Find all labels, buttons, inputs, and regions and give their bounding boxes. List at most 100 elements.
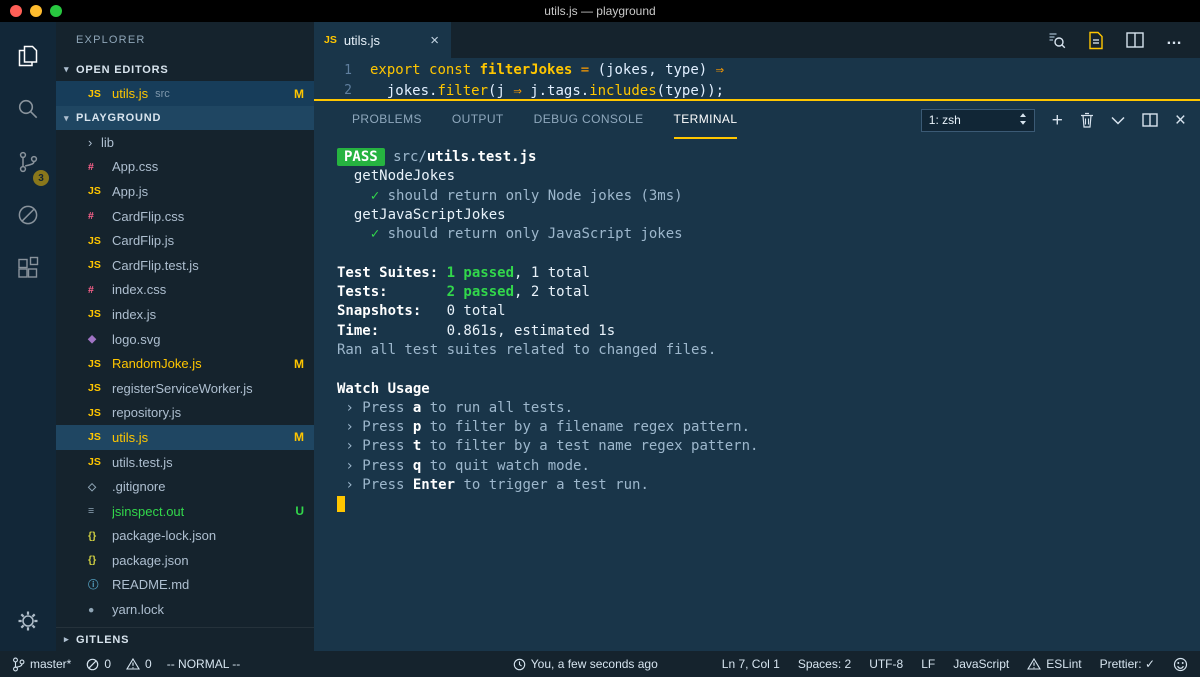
file-row-logo.svg[interactable]: ◆logo.svg <box>56 327 314 352</box>
split-terminal-icon[interactable] <box>1142 113 1158 127</box>
file-row-repository.js[interactable]: JSrepository.js <box>56 401 314 426</box>
file-row-CardFlip.js[interactable]: JSCardFlip.js <box>56 228 314 253</box>
status-eol[interactable]: LF <box>921 657 935 671</box>
status-feedback-smiley[interactable] <box>1173 657 1188 672</box>
file-name: README.md <box>112 577 189 592</box>
status-eslint[interactable]: ESLint <box>1027 657 1081 671</box>
terminal-line: › Press Enter to trigger a test run. <box>337 476 1200 495</box>
status-text: ESLint <box>1046 657 1081 671</box>
status-cursor-position[interactable]: Ln 7, Col 1 <box>722 657 780 671</box>
status-text: Prettier: ✓ <box>1100 657 1155 671</box>
playground-section-header[interactable]: ▾ PLAYGROUND <box>56 106 314 130</box>
file-row-App.js[interactable]: JSApp.js <box>56 179 314 204</box>
search-editor-icon[interactable] <box>1047 31 1066 50</box>
terminal-shell-select[interactable]: 1: zsh <box>921 109 1035 132</box>
warning-icon <box>126 658 140 670</box>
more-actions-icon[interactable]: … <box>1166 31 1182 49</box>
file-row-registerServiceWorker.js[interactable]: JSregisterServiceWorker.js <box>56 376 314 401</box>
status-text: LF <box>921 657 935 671</box>
file-row-yarn.lock[interactable]: ●yarn.lock <box>56 597 314 622</box>
close-window-button[interactable] <box>10 5 22 17</box>
line-number: 1 <box>314 63 352 78</box>
terminal-line <box>337 244 1200 263</box>
status-encoding[interactable]: UTF-8 <box>869 657 903 671</box>
file-row-index.js[interactable]: JSindex.js <box>56 302 314 327</box>
js-file-icon: JS <box>88 88 112 100</box>
status-warnings[interactable]: 0 <box>126 657 152 671</box>
panel-tab-output[interactable]: OUTPUT <box>452 101 504 139</box>
explorer-sidebar: EXPLORER ▾ OPEN EDITORS JSutils.jssrcM ▾… <box>56 22 314 651</box>
code-editor[interactable]: 1 export const filterJokes = (jokes, type… <box>314 58 1200 99</box>
status-text: master* <box>30 657 71 671</box>
status-language-mode[interactable]: JavaScript <box>953 657 1009 671</box>
file-row-App.css[interactable]: #App.css <box>56 155 314 180</box>
file-row-CardFlip.css[interactable]: #CardFlip.css <box>56 204 314 229</box>
activity-extensions[interactable] <box>0 244 56 297</box>
zoom-window-button[interactable] <box>50 5 62 17</box>
kill-terminal-icon[interactable] <box>1080 112 1094 128</box>
file-row-CardFlip.test.js[interactable]: JSCardFlip.test.js <box>56 253 314 278</box>
status-bar-right: You, a few seconds ago Ln 7, Col 1 Spaces:… <box>513 657 1188 672</box>
file-row-README.md[interactable]: ⓘREADME.md <box>56 573 314 598</box>
activity-source-control[interactable]: 3 <box>0 138 56 191</box>
gitlens-section-header[interactable]: ▸ GITLENS <box>56 627 314 651</box>
settings-gear-icon[interactable] <box>15 608 41 639</box>
window-title: utils.js — playground <box>544 4 655 18</box>
out-file-icon: ≡ <box>88 505 112 517</box>
file-row-jsinspect.out[interactable]: ≡jsinspect.out U <box>56 499 314 524</box>
panel-tab-problems[interactable]: PROBLEMS <box>352 101 422 139</box>
code-line-1: 1 export const filterJokes = (jokes, type… <box>314 60 1200 81</box>
status-errors[interactable]: 0 <box>86 657 111 671</box>
status-vim-mode[interactable]: -- NORMAL -- <box>167 657 241 671</box>
panel-tab-debug-console[interactable]: DEBUG CONSOLE <box>534 101 644 139</box>
code-text: jokes.filter(j ⇒ j.tags.includes(type)); <box>370 83 724 99</box>
activity-search[interactable] <box>0 85 56 138</box>
file-row-.gitignore[interactable]: ◇.gitignore <box>56 474 314 499</box>
branch-icon <box>12 657 25 672</box>
file-row-utils.js[interactable]: JSutils.jsM <box>56 425 314 450</box>
file-row-lib[interactable]: ›lib <box>56 130 314 155</box>
tab-utils-js[interactable]: JS utils.js × <box>314 22 451 58</box>
file-row-package-lock.json[interactable]: {}package-lock.json <box>56 524 314 549</box>
status-text: You, a few seconds ago <box>531 657 658 671</box>
file-row-utils.test.js[interactable]: JSutils.test.js <box>56 450 314 475</box>
js-file-icon: JS <box>88 358 112 370</box>
activity-bar: 3 <box>0 22 56 651</box>
chevron-down-icon: ▾ <box>64 113 76 124</box>
status-git-branch[interactable]: master* <box>12 657 71 672</box>
gitlens-label: GITLENS <box>76 634 129 646</box>
file-row-package.json[interactable]: {}package.json <box>56 548 314 573</box>
activity-explorer[interactable] <box>0 32 56 85</box>
file-detail: src <box>155 88 170 100</box>
status-text: Ln 7, Col 1 <box>722 657 780 671</box>
file-name: jsinspect.out <box>112 504 184 519</box>
minimize-window-button[interactable] <box>30 5 42 17</box>
status-indentation[interactable]: Spaces: 2 <box>798 657 851 671</box>
open-editors-section-header[interactable]: ▾ OPEN EDITORS <box>56 58 314 81</box>
file-row-RandomJoke.js[interactable]: JSRandomJoke.jsM <box>56 351 314 376</box>
file-name: utils.test.js <box>112 455 173 470</box>
open-editors-list: JSutils.jssrcM <box>56 81 314 106</box>
code-text: export const filterJokes = (jokes, type)… <box>370 62 724 78</box>
status-prettier[interactable]: Prettier: ✓ <box>1100 657 1155 671</box>
panel-tab-terminal[interactable]: TERMINAL <box>674 101 738 139</box>
js-file-icon: JS <box>88 431 112 443</box>
file-row-index.css[interactable]: #index.css <box>56 278 314 303</box>
code-line-2: 2 jokes.filter(j ⇒ j.tags.includes(type)… <box>314 81 1200 100</box>
git-status-badge: U <box>295 504 304 518</box>
terminal-line: Ran all test suites related to changed f… <box>337 341 1200 360</box>
new-terminal-icon[interactable]: + <box>1052 111 1063 130</box>
tab-close-icon[interactable]: × <box>428 32 441 49</box>
file-row-utils.js[interactable]: JSutils.jssrcM <box>56 81 314 106</box>
close-panel-icon[interactable]: × <box>1175 111 1186 130</box>
clock-icon <box>513 658 526 671</box>
status-gitlens-blame[interactable]: You, a few seconds ago <box>513 657 658 671</box>
js-file-icon: JS <box>324 34 337 46</box>
activity-debug[interactable] <box>0 191 56 244</box>
maximize-panel-chevron-icon[interactable] <box>1111 116 1125 125</box>
split-editor-icon[interactable] <box>1126 32 1144 48</box>
terminal-output[interactable]: PASS src/utils.test.js getNodeJokes ✓ sh… <box>314 139 1200 651</box>
file-name: lib <box>101 135 114 150</box>
bottom-panel: PROBLEMS OUTPUT DEBUG CONSOLE TERMINAL 1: z… <box>314 99 1200 651</box>
open-changes-icon[interactable] <box>1088 31 1104 50</box>
